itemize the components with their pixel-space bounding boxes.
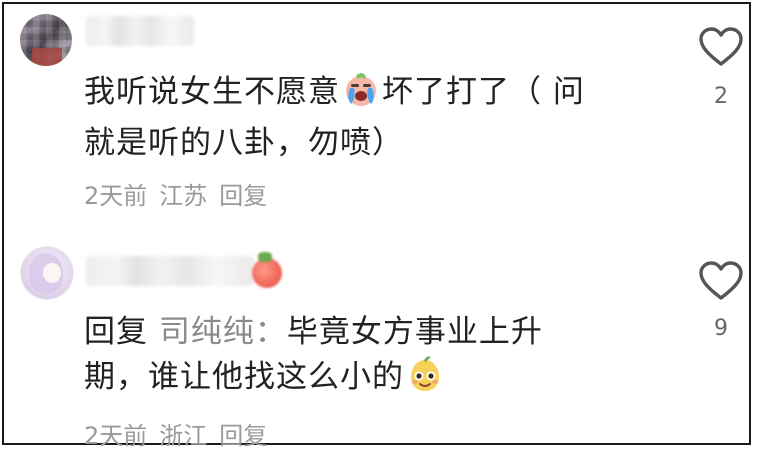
reply-button[interactable]: 回复 bbox=[219, 422, 267, 450]
badge-icon bbox=[252, 252, 282, 288]
username-blurred[interactable] bbox=[86, 16, 194, 46]
like-count: 9 bbox=[714, 316, 728, 341]
reply-prefix: 回复 bbox=[84, 314, 148, 350]
comment-text-line2: 期，谁让他找这么小的 bbox=[84, 359, 404, 395]
comment-text-part1: 毕竟女方事业上升 bbox=[286, 314, 543, 350]
avatar[interactable] bbox=[20, 14, 72, 66]
comment-panel: 我听说女生不愿意 坏了打了（ 问 就是听的八卦，勿喷） 2天前江苏回复 2 bbox=[2, 2, 751, 450]
comment-text: 我听说女生不愿意 坏了打了（ 问 就是听的八卦，勿喷） bbox=[84, 70, 644, 166]
comment-text-part2: 坏了打了（ 问 bbox=[382, 74, 585, 110]
pear-face-emoji-icon bbox=[406, 355, 444, 406]
avatar[interactable] bbox=[20, 246, 74, 300]
heart-icon[interactable] bbox=[698, 260, 744, 302]
comment-location: 江苏 bbox=[159, 182, 208, 210]
reply-target-username[interactable]: 司纯纯： bbox=[159, 314, 287, 350]
comment-time: 2天前 bbox=[84, 182, 148, 210]
comment-text-line2: 就是听的八卦，勿喷） bbox=[84, 125, 404, 161]
comment-location: 浙江 bbox=[159, 422, 208, 450]
heart-icon[interactable] bbox=[698, 26, 744, 68]
comment-text-part1: 我听说女生不愿意 bbox=[84, 74, 340, 110]
comment-meta: 2天前 江苏 回复 bbox=[84, 176, 279, 211]
comment-meta: 2天前 浙江 回复 bbox=[84, 416, 279, 451]
crying-face-emoji-icon bbox=[342, 70, 380, 121]
reply-button[interactable]: 回复 bbox=[219, 182, 267, 210]
username-blurred[interactable] bbox=[86, 256, 254, 286]
comment-text: 回复 司纯纯：毕竟女方事业上升 期，谁让他找这么小的 bbox=[84, 310, 664, 406]
comment-time: 2天前 bbox=[84, 422, 148, 450]
like-count: 2 bbox=[714, 84, 728, 109]
